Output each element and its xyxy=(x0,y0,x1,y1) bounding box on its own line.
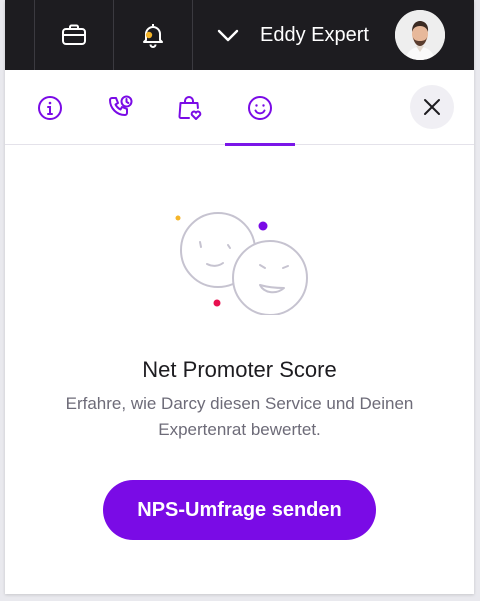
info-icon xyxy=(38,95,62,120)
decor-dot-yellow xyxy=(175,215,181,221)
decor-dot-red xyxy=(213,299,221,307)
section-title: Net Promoter Score xyxy=(142,357,337,382)
phone-clock-icon xyxy=(109,95,133,116)
nps-panel: Eddy Expert Net Promoter Score Erfahre, … xyxy=(5,0,474,594)
tab-calls[interactable] xyxy=(85,70,155,145)
briefcase-icon xyxy=(62,24,86,45)
send-nps-survey-button[interactable]: NPS-Umfrage senden xyxy=(103,480,376,540)
smiley-icon xyxy=(248,95,272,120)
bag-heart-icon xyxy=(178,95,202,120)
user-menu-toggle[interactable] xyxy=(210,0,246,70)
close-button[interactable] xyxy=(410,85,454,129)
briefcase-button[interactable] xyxy=(34,0,114,70)
section-description: Erfahre, wie Darcy diesen Service und De… xyxy=(65,394,414,439)
tab-info[interactable] xyxy=(15,70,85,145)
bell-icon xyxy=(143,24,163,48)
avatar[interactable] xyxy=(395,10,445,60)
user-name[interactable]: Eddy Expert xyxy=(260,22,369,48)
chevron-down-icon xyxy=(217,29,239,42)
tab-bar xyxy=(5,70,474,146)
notifications-button[interactable] xyxy=(114,0,193,70)
decor-dot-purple xyxy=(258,221,268,231)
faces-illustration xyxy=(175,212,308,315)
close-icon xyxy=(424,99,440,115)
top-bar: Eddy Expert xyxy=(5,0,474,70)
tab-purchases[interactable] xyxy=(155,70,225,145)
tab-feedback[interactable] xyxy=(225,70,295,146)
